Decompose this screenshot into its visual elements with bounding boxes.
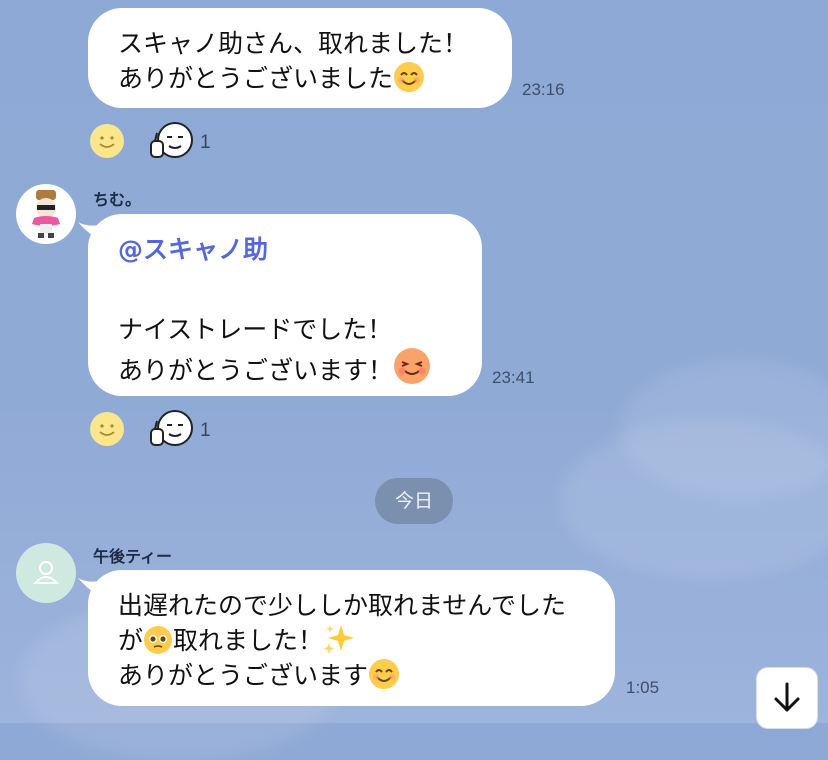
pleading-face-emoji-icon xyxy=(144,626,173,654)
avatar[interactable] xyxy=(16,543,76,603)
avatar[interactable] xyxy=(16,184,76,244)
message-time: 23:41 xyxy=(492,368,535,387)
date-separator: 今日 xyxy=(375,478,453,524)
mention-link[interactable]: @スキャノ助 xyxy=(118,232,450,267)
character-avatar-icon xyxy=(32,190,60,238)
scroll-down-arrow-icon xyxy=(774,682,800,712)
reaction-count: 1 xyxy=(200,420,211,441)
thumbs-up-face-reaction-icon[interactable] xyxy=(149,409,195,449)
message-time: 1:05 xyxy=(626,678,660,697)
default-user-avatar-icon xyxy=(32,561,60,584)
message-line: ナイストレードでした！ xyxy=(118,315,393,344)
message-bubble-2[interactable]: @スキャノ助 ナイストレードでした！ ありがとうございます！ xyxy=(88,214,482,396)
message-bubble-3[interactable]: 出遅れたので少ししか取れませんでした が取れました！ ありがとうございます xyxy=(88,570,615,706)
message-line: ありがとうございます！ xyxy=(118,356,394,385)
scroll-to-bottom-button[interactable] xyxy=(756,667,818,729)
message-line: ありがとうございました xyxy=(118,64,394,93)
message-bubble-1[interactable]: スキャノ助さん、取れました！ ありがとうございました xyxy=(88,8,512,108)
smile-reaction-icon[interactable] xyxy=(89,123,125,159)
smiling-face-emoji-icon xyxy=(394,62,425,92)
sender-name: 午後ティー xyxy=(93,547,173,566)
message-time: 23:16 xyxy=(522,80,565,99)
message-line: ありがとうございます xyxy=(118,661,369,690)
sparkles-emoji-icon xyxy=(323,625,355,654)
message-line: 取れました！ xyxy=(173,626,324,655)
laughing-blush-emoji-icon xyxy=(394,348,431,384)
message-line: スキャノ助さん、取れました！ xyxy=(118,29,469,58)
message-line: 出遅れたので少ししか取れませんでした xyxy=(118,591,567,620)
sender-name: ちむ。 xyxy=(93,190,142,209)
reaction-count: 1 xyxy=(200,132,211,153)
message-line: が xyxy=(118,626,144,655)
smiling-face-emoji-icon xyxy=(369,659,400,689)
smile-reaction-icon[interactable] xyxy=(89,411,125,447)
thumbs-up-face-reaction-icon[interactable] xyxy=(149,121,195,161)
